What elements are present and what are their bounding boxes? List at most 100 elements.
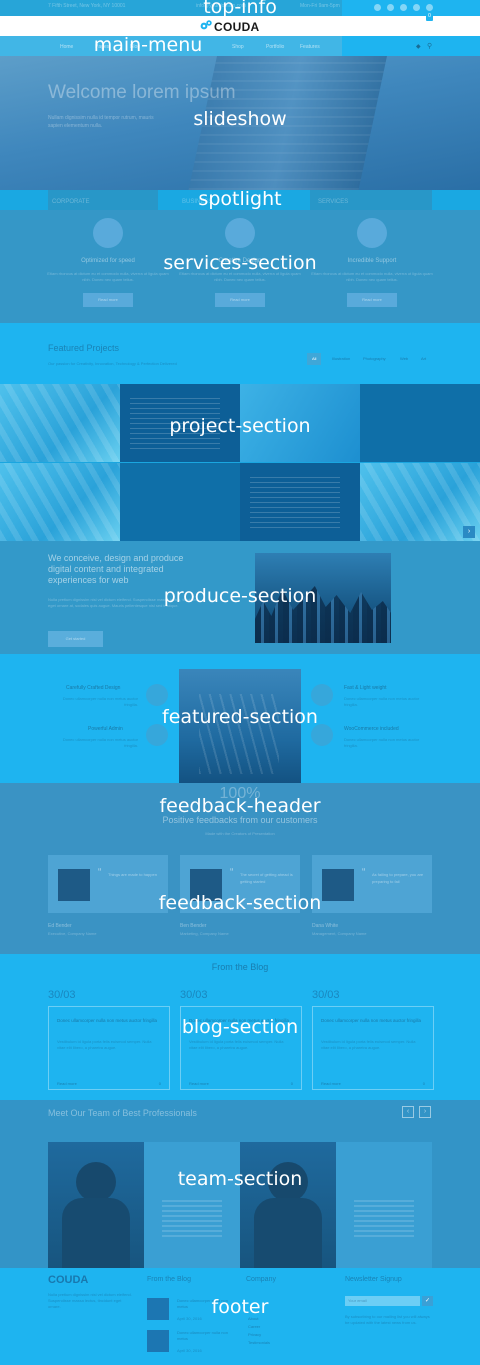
linkedin-icon[interactable] bbox=[413, 4, 420, 11]
filter-art[interactable]: Art bbox=[421, 353, 426, 365]
project-tile[interactable] bbox=[0, 384, 120, 462]
project-tile[interactable] bbox=[240, 384, 360, 462]
footer-post-title[interactable]: Donec ullamcorper nulla non metus bbox=[177, 1330, 237, 1342]
testimonial-card: “ Things are made to happen bbox=[48, 855, 168, 913]
blog-heading[interactable]: Donec ullamcorper nulla non metus auctor… bbox=[321, 1017, 425, 1024]
cart-count-badge[interactable]: 0 bbox=[426, 13, 433, 21]
team-next-button[interactable]: › bbox=[419, 1106, 431, 1118]
read-more-link[interactable]: Read more bbox=[189, 1081, 209, 1086]
feedback-subtitle: Made with the Creators of Presentation bbox=[205, 831, 275, 836]
read-more-link[interactable]: Read more bbox=[321, 1081, 341, 1086]
team-section: Meet Our Team of Best Professionals ‹ › … bbox=[0, 1100, 480, 1268]
menu-item-portfolio[interactable]: Portfolio bbox=[266, 44, 284, 50]
blog-heading[interactable]: Donec ullamcorper nulla non metus auctor… bbox=[189, 1017, 293, 1024]
team-member-photo[interactable] bbox=[336, 1142, 432, 1268]
footer-link-about[interactable]: About bbox=[248, 1316, 258, 1321]
logo-bar: COUDA 0 bbox=[0, 13, 480, 36]
testimonial-role: Marketing, Company Name bbox=[180, 931, 229, 936]
produce-body: Nulla pretium dignissim nisl vel dictum … bbox=[48, 597, 198, 608]
newsletter-submit-button[interactable]: ✓ bbox=[422, 1296, 433, 1306]
team-member-photo[interactable] bbox=[48, 1142, 144, 1268]
top-email[interactable]: info@yourdomain.com bbox=[196, 3, 246, 9]
facebook-icon[interactable] bbox=[374, 4, 381, 11]
testimonial-quote: Things are made to happen bbox=[108, 872, 157, 877]
footer-post-thumb[interactable] bbox=[147, 1298, 169, 1320]
spotlight-item-1[interactable]: CORPORATE bbox=[52, 199, 90, 205]
footer-link-testimonials[interactable]: Testimonials bbox=[248, 1340, 270, 1345]
service-text: Etiam rhoncus at dictum eu et commodo nu… bbox=[311, 271, 433, 282]
footer-post-title[interactable]: Donec ullamcorper nulla non metus bbox=[177, 1298, 237, 1310]
google-plus-icon[interactable] bbox=[400, 4, 407, 11]
footer-link-privacy[interactable]: Privacy bbox=[248, 1332, 261, 1337]
service-read-more-button[interactable]: Read more bbox=[83, 293, 133, 307]
twitter-icon[interactable] bbox=[387, 4, 394, 11]
service-card: Incredible Support Etiam rhoncus at dict… bbox=[307, 218, 437, 307]
service-read-more-button[interactable]: Read more bbox=[347, 293, 397, 307]
project-tile[interactable] bbox=[120, 463, 240, 541]
slide-headline: Welcome lorem ipsum bbox=[48, 82, 236, 103]
menu-item-home[interactable]: Home bbox=[60, 44, 73, 50]
project-tile[interactable] bbox=[120, 384, 240, 462]
projects-header: Featured Projects Our passion for Creati… bbox=[0, 323, 480, 384]
filter-illustration[interactable]: Illustration bbox=[332, 353, 350, 365]
spotlight-item-2[interactable]: BUSINESS bbox=[182, 199, 212, 205]
spotlight-item-3[interactable]: SERVICES bbox=[318, 199, 348, 205]
service-card: Creative Design Etiam rhoncus at dictum … bbox=[175, 218, 305, 307]
team-prev-button[interactable]: ‹ bbox=[402, 1106, 414, 1118]
blog-excerpt: Vestibulum id ligula porta felis euismod… bbox=[321, 1039, 416, 1050]
project-tile[interactable] bbox=[360, 463, 480, 541]
logo[interactable]: COUDA bbox=[214, 20, 260, 34]
footer-post-thumb[interactable] bbox=[147, 1330, 169, 1352]
blog-heading[interactable]: Donec ullamcorper nulla non metus auctor… bbox=[57, 1017, 161, 1024]
projects-title: Featured Projects bbox=[48, 343, 120, 353]
pinterest-icon[interactable] bbox=[426, 4, 433, 11]
filter-photography[interactable]: Photography bbox=[363, 353, 386, 365]
feature-text: Donec ullamcorper nulla non metus auctor… bbox=[344, 737, 420, 748]
project-tile[interactable] bbox=[360, 384, 480, 462]
spotlight: CORPORATE BUSINESS SERVICES spotlight bbox=[0, 190, 480, 210]
slideshow: Welcome lorem ipsum Nullam dignissim nul… bbox=[0, 56, 480, 190]
filter-web[interactable]: Web bbox=[400, 353, 408, 365]
team-title: Meet Our Team of Best Professionals bbox=[48, 1108, 197, 1118]
team-member-photo[interactable] bbox=[144, 1142, 240, 1268]
search-icon[interactable]: ⚲ bbox=[427, 42, 432, 50]
feature-title: Carefully Crafted Design bbox=[66, 685, 121, 691]
scroll-top-icon[interactable]: › bbox=[463, 526, 475, 538]
lightning-icon bbox=[146, 724, 168, 746]
projects-description: Our passion for Creativity, Innovation, … bbox=[48, 361, 177, 366]
testimonial-name: Dana White bbox=[312, 923, 339, 929]
services-section: Optimized for speed Etiam rhoncus at dic… bbox=[0, 210, 480, 323]
footer-link-career[interactable]: Career bbox=[248, 1324, 260, 1329]
comment-count[interactable]: 0 bbox=[423, 1081, 425, 1086]
menu-item-blog[interactable]: Blog bbox=[130, 44, 140, 50]
page: 7 Fifth Street, New York, NY 10001 info@… bbox=[0, 0, 480, 1365]
service-title: Incredible Support bbox=[347, 258, 397, 264]
comment-count[interactable]: 0 bbox=[291, 1081, 293, 1086]
feature-title: WooCommerce included bbox=[344, 726, 399, 732]
blog-date: 30/03 bbox=[312, 989, 340, 1001]
read-more-link[interactable]: Read more bbox=[57, 1081, 77, 1086]
pencil-icon bbox=[225, 218, 255, 248]
feedback-header: 100% Positive feedbacks from our custome… bbox=[0, 783, 480, 837]
team-member-photo[interactable] bbox=[240, 1142, 336, 1268]
cart-icon[interactable]: ◆ bbox=[416, 43, 421, 50]
blog-excerpt: Vestibulum id ligula porta felis euismod… bbox=[189, 1039, 284, 1050]
main-menu-band: Home Pages Blog Shop Portfolio Features bbox=[0, 36, 342, 56]
filter-all[interactable]: All bbox=[307, 353, 322, 365]
blog-card: Donec ullamcorper nulla non metus auctor… bbox=[312, 1006, 434, 1090]
project-tile[interactable] bbox=[0, 463, 120, 541]
service-text: Etiam rhoncus at dictum eu et commodo nu… bbox=[47, 271, 169, 282]
menu-item-shop[interactable]: Shop bbox=[232, 44, 244, 50]
rocket-icon bbox=[93, 218, 123, 248]
quote-icon: “ bbox=[362, 867, 366, 878]
newsletter-email-input[interactable]: Your email bbox=[345, 1296, 420, 1306]
comment-count[interactable]: 0 bbox=[159, 1081, 161, 1086]
footer-logo[interactable]: COUDA bbox=[48, 1274, 88, 1286]
get-started-button[interactable]: Get started bbox=[48, 631, 103, 647]
top-address: 7 Fifth Street, New York, NY 10001 bbox=[48, 3, 126, 9]
menu-item-pages[interactable]: Pages bbox=[95, 44, 109, 50]
featured-section: Carefully Crafted Design Donec ullamcorp… bbox=[0, 654, 480, 787]
project-tile[interactable] bbox=[240, 463, 360, 541]
service-read-more-button[interactable]: Read more bbox=[215, 293, 265, 307]
menu-item-features[interactable]: Features bbox=[300, 44, 320, 50]
